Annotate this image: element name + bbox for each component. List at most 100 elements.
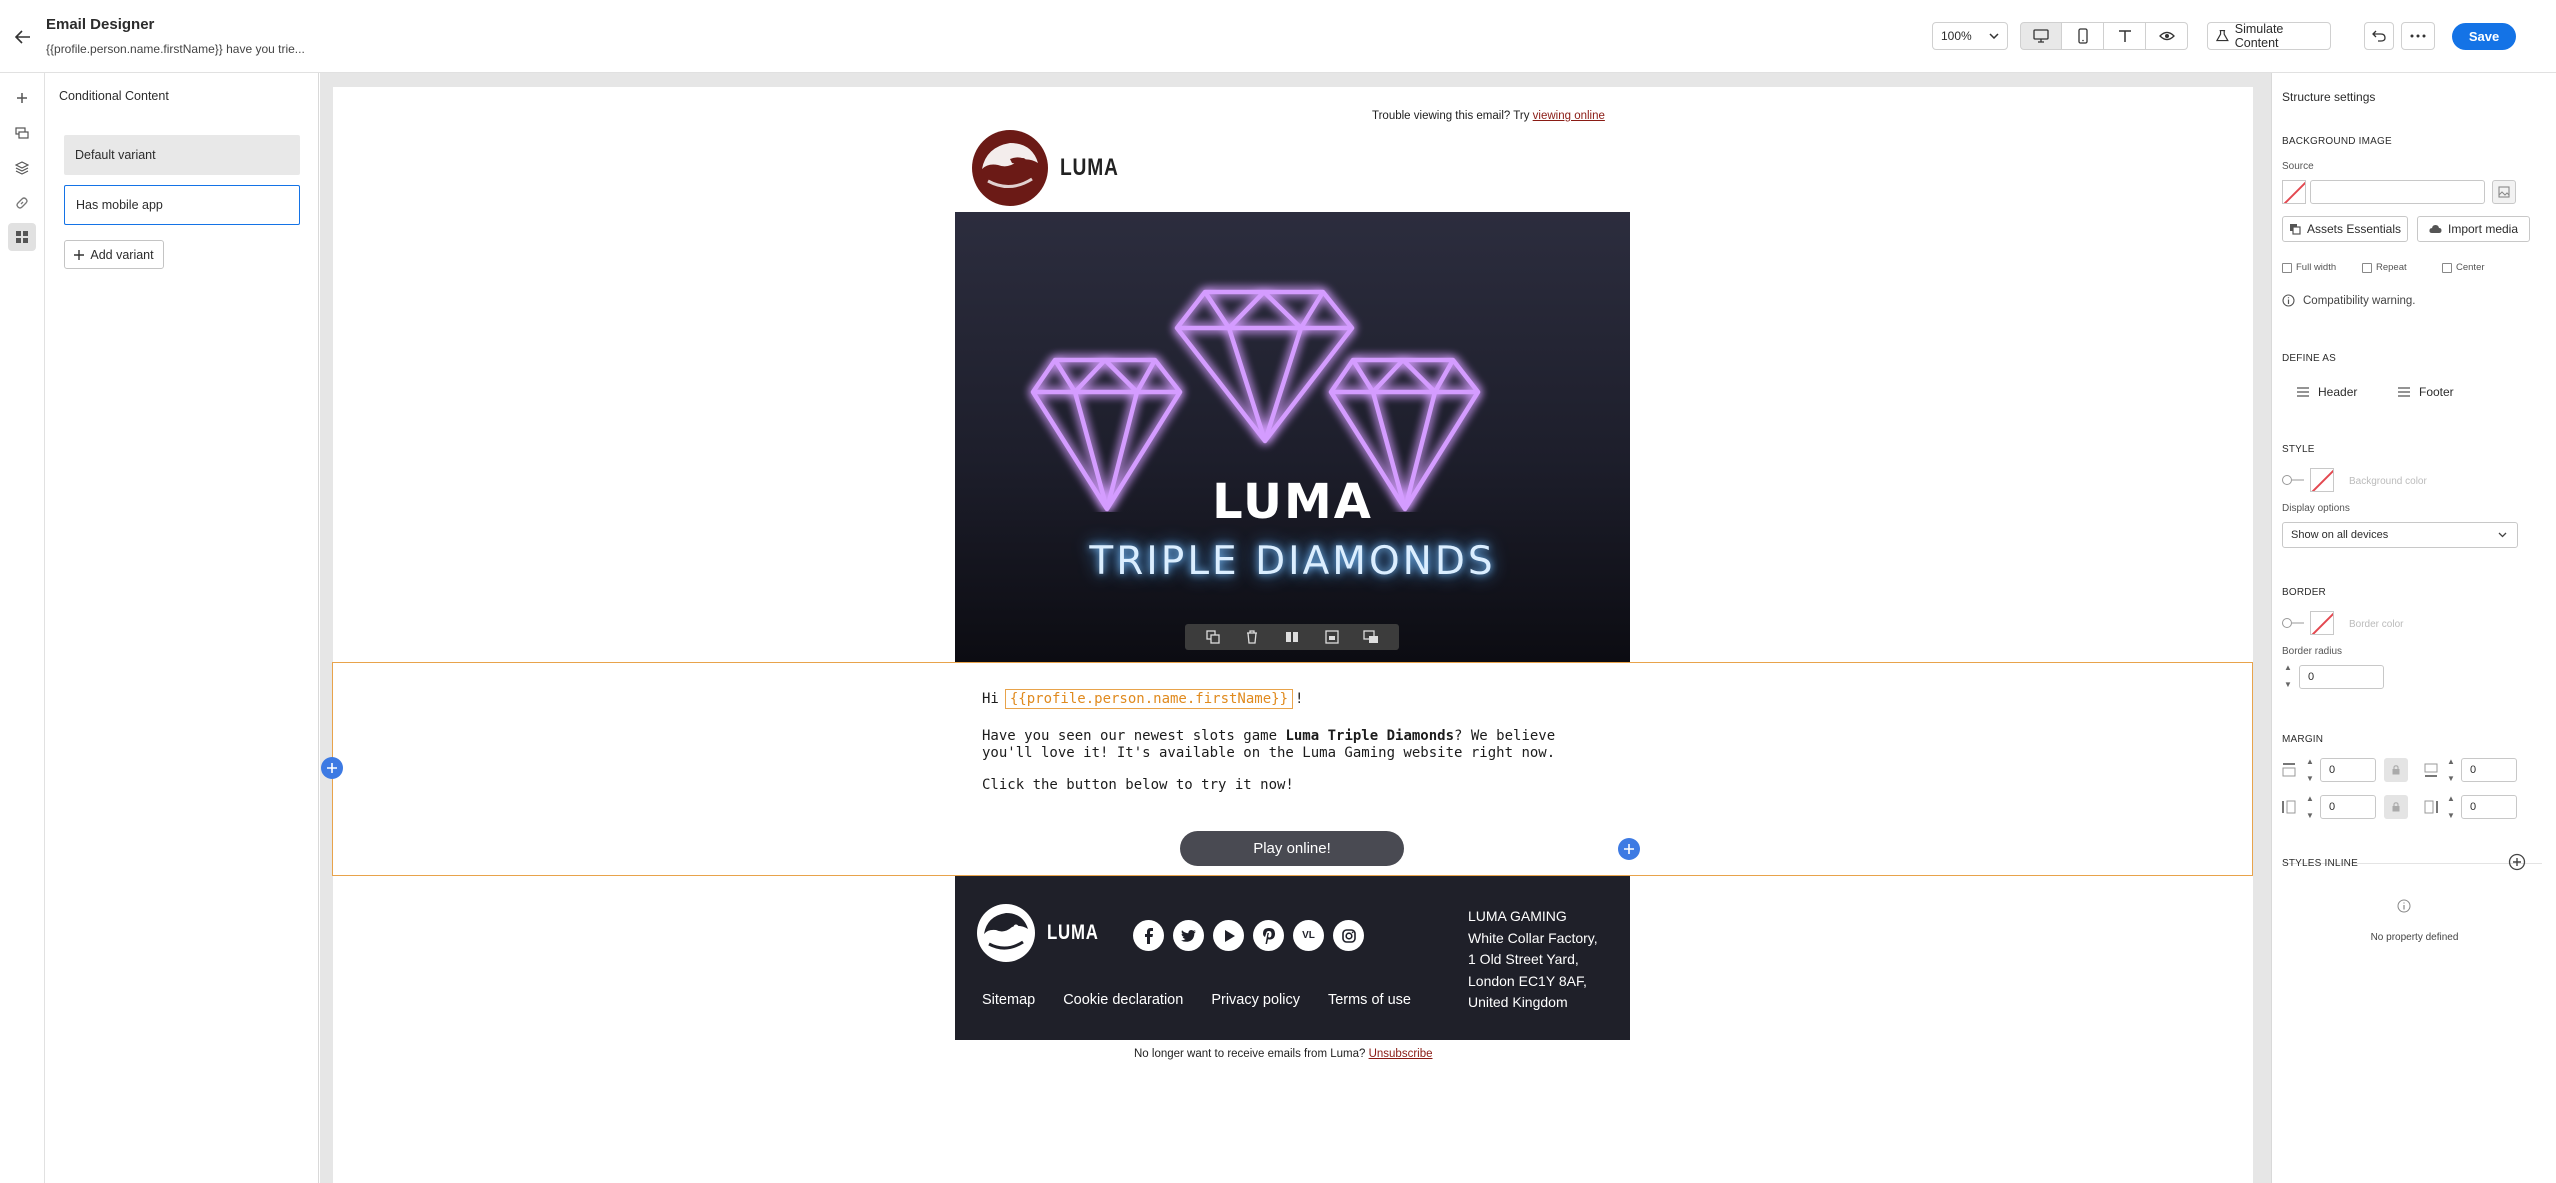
body-text-a: Have you seen our newest slots game (982, 728, 1286, 744)
display-options-select[interactable]: Show on all devices (2282, 522, 2518, 548)
plus-icon (17, 93, 27, 103)
footer-address: LUMA GAMING White Collar Factory, 1 Old … (1468, 906, 1598, 1014)
add-inline-style-button[interactable] (2508, 853, 2526, 871)
facebook-icon[interactable] (1133, 920, 1164, 951)
margin-horizontal-lock[interactable] (2384, 795, 2408, 819)
text-view-button[interactable] (2104, 22, 2146, 50)
conditional-block-button[interactable] (1360, 626, 1382, 648)
compat-warning-text: Compatibility warning. (2303, 294, 2416, 307)
more-options-button[interactable] (2401, 22, 2435, 50)
variant-default[interactable]: Default variant (64, 135, 300, 175)
margin-top-input[interactable]: 0 (2320, 758, 2376, 782)
center-checkbox[interactable]: Center (2442, 262, 2485, 273)
greeting-line[interactable]: Hi {{profile.person.name.firstName}} ! (982, 689, 1303, 709)
columns-button[interactable] (1281, 626, 1303, 648)
define-footer-button[interactable]: Footer (2397, 385, 2454, 399)
margin-bottom-input[interactable]: 0 (2461, 758, 2517, 782)
variant-has-mobile-app[interactable]: Has mobile app (64, 185, 300, 225)
full-width-checkbox[interactable]: Full width (2282, 262, 2336, 273)
body-paragraph[interactable]: Have you seen our newest slots game Luma… (982, 728, 1612, 762)
play-online-button[interactable]: Play online! (1180, 831, 1404, 866)
social-icons: VL (1133, 920, 1364, 951)
margin-vertical-lock[interactable] (2384, 758, 2408, 782)
personalization-token[interactable]: {{profile.person.name.firstName}} (1004, 689, 1294, 709)
save-fragment-button[interactable] (1321, 626, 1343, 648)
mobile-view-button[interactable] (2062, 22, 2104, 50)
flask-icon (2216, 29, 2229, 42)
add-block-left-handle[interactable] (321, 757, 343, 779)
source-label: Source (2282, 161, 2314, 172)
assets-essentials-button[interactable]: Assets Essentials (2282, 216, 2408, 242)
simulate-content-label: Simulate Content (2234, 22, 2284, 50)
margin-right-input[interactable]: 0 (2461, 795, 2517, 819)
greeting-end: ! (1295, 691, 1304, 707)
footer-link-sitemap[interactable]: Sitemap (982, 992, 1035, 1008)
import-media-button[interactable]: Import media (2417, 216, 2530, 242)
border-color-swatch[interactable] (2310, 611, 2334, 635)
email-subject[interactable]: {{profile.person.name.firstName}} have y… (46, 42, 305, 56)
undo-button[interactable] (2364, 22, 2394, 50)
back-arrow-icon[interactable] (6, 20, 40, 54)
instagram-icon[interactable] (1333, 920, 1364, 951)
add-variant-button[interactable]: Add variant (64, 240, 164, 269)
links-button[interactable] (8, 189, 36, 217)
info-icon (2282, 294, 2295, 307)
link-icon (16, 197, 28, 209)
preview-button[interactable] (2146, 22, 2188, 50)
top-bar: Email Designer {{profile.person.name.fir… (0, 0, 2556, 73)
footer-wordmark: LUMA (1047, 921, 1099, 944)
display-options-value: Show on all devices (2291, 529, 2389, 541)
margin-top-icon (2282, 763, 2296, 777)
trash-icon (1247, 630, 1258, 644)
border-radius-stepper[interactable]: ▲ ▼ (2282, 663, 2294, 689)
pinterest-icon[interactable] (1253, 920, 1284, 951)
add-components-button[interactable] (8, 84, 36, 112)
delete-block-button[interactable] (1241, 626, 1263, 648)
youtube-icon[interactable] (1213, 920, 1244, 951)
luma-logo[interactable]: LUMA (968, 129, 1133, 207)
margin-bottom-stepper[interactable]: ▲ ▼ (2445, 757, 2457, 783)
zoom-select[interactable]: 100% (1932, 22, 2008, 50)
footer-link-terms[interactable]: Terms of use (1328, 992, 1411, 1008)
desktop-view-button[interactable] (2020, 22, 2062, 50)
chevron-down-icon (2498, 532, 2507, 538)
hero-image[interactable]: LUMA TRIPLE DIAMONDS (955, 212, 1630, 662)
unsubscribe-text: No longer want to receive emails from Lu… (1134, 1048, 1433, 1060)
view-online-link[interactable]: viewing online (1533, 110, 1605, 122)
repeat-checkbox[interactable]: Repeat (2362, 262, 2407, 273)
add-block-right-handle[interactable] (1618, 838, 1640, 860)
email-footer[interactable]: LUMA VL Sitemap Cookie declaration Priva… (955, 876, 1630, 1040)
margin-top-stepper[interactable]: ▲ ▼ (2304, 757, 2316, 783)
address-line: LUMA GAMING (1468, 908, 1567, 924)
import-media-label: Import media (2447, 222, 2519, 236)
unsubscribe-link[interactable]: Unsubscribe (1369, 1048, 1433, 1060)
save-button[interactable]: Save (2452, 23, 2516, 50)
duplicate-block-button[interactable] (1202, 626, 1224, 648)
twitter-icon[interactable] (1173, 920, 1204, 951)
styles-inline-heading: STYLES INLINE (2282, 858, 2358, 869)
assets-icon (2289, 224, 2301, 235)
body-cta-text[interactable]: Click the button below to try it now! (982, 777, 1294, 793)
margin-left-stepper[interactable]: ▲ ▼ (2304, 794, 2316, 820)
hero-subtitle: TRIPLE DIAMONDS (1089, 539, 1496, 584)
background-color-toggle[interactable] (2282, 475, 2304, 485)
margin-right-stepper[interactable]: ▲ ▼ (2445, 794, 2457, 820)
address-line: White Collar Factory, (1468, 929, 1598, 946)
vl-social-icon[interactable]: VL (1293, 920, 1324, 951)
margin-left-input[interactable]: 0 (2320, 795, 2376, 819)
footer-link-cookie[interactable]: Cookie declaration (1063, 992, 1183, 1008)
border-color-toggle[interactable] (2282, 618, 2304, 628)
browse-image-button[interactable] (2492, 180, 2516, 204)
footer-link-privacy[interactable]: Privacy policy (1211, 992, 1300, 1008)
conditional-content-button[interactable] (8, 223, 36, 251)
preheader-label: Trouble viewing this email? Try (1372, 110, 1533, 122)
footer-logo[interactable]: LUMA (973, 902, 1112, 964)
source-input[interactable] (2310, 180, 2485, 204)
simulate-content-button[interactable]: Simulate Content (2207, 22, 2331, 50)
background-color-swatch[interactable] (2310, 468, 2334, 492)
define-header-button[interactable]: Header (2296, 385, 2357, 399)
layers-button[interactable] (8, 154, 36, 182)
structure-settings-panel: Structure settings BACKGROUND IMAGE Sour… (2271, 73, 2556, 1183)
border-radius-input[interactable]: 0 (2299, 665, 2384, 689)
fragments-button[interactable] (8, 119, 36, 147)
